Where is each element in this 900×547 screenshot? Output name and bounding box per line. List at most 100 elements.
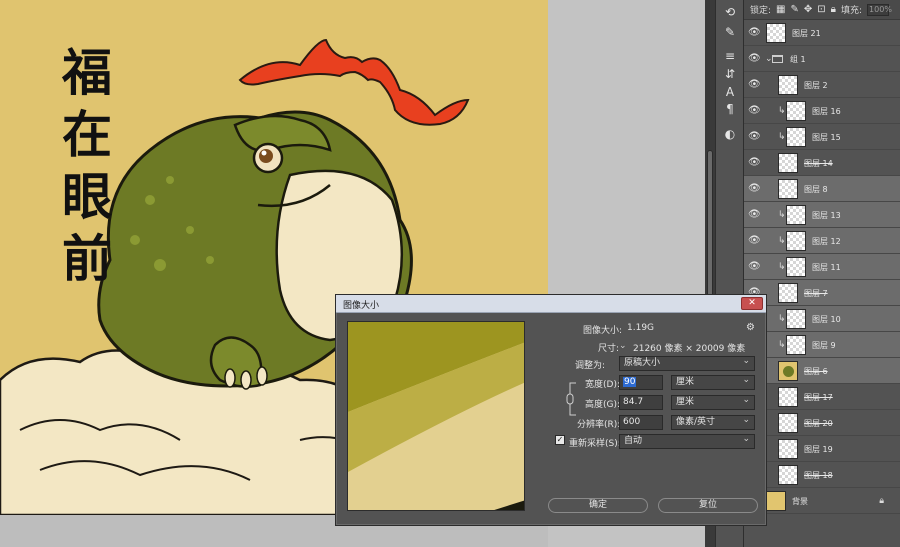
layer-name[interactable]: 图层 20 [804, 418, 833, 429]
layer-row[interactable]: 👁︎ 图层 21 [744, 20, 900, 46]
layer-name[interactable]: 图层 7 [804, 288, 828, 299]
visibility-eye-icon[interactable]: 👁︎ [748, 79, 761, 91]
layer-thumbnail[interactable] [778, 465, 798, 485]
layer-name[interactable]: 图层 14 [804, 158, 833, 169]
visibility-eye-icon[interactable]: 👁︎ [748, 105, 761, 117]
layer-name[interactable]: 图层 2 [804, 80, 828, 91]
layer-name[interactable]: 图层 8 [804, 184, 828, 195]
visibility-eye-icon[interactable]: 👁︎ [748, 131, 761, 143]
visibility-eye-icon[interactable]: 👁︎ [748, 183, 761, 195]
layer-thumbnail[interactable] [786, 257, 806, 277]
layer-row[interactable]: 👁︎↳图层 10 [744, 306, 900, 332]
lock-paint-icon[interactable]: ✎ [791, 4, 799, 15]
layer-row[interactable]: 👁︎ ↳ 图层 16 [744, 98, 900, 124]
layer-name[interactable]: 图层 16 [812, 106, 841, 117]
layer-thumbnail[interactable] [766, 491, 786, 511]
layer-row[interactable]: 👁︎图层 20 [744, 410, 900, 436]
visibility-eye-icon[interactable]: 👁︎ [748, 53, 761, 65]
layer-thumbnail[interactable] [786, 335, 806, 355]
resolution-input[interactable]: 600 [619, 415, 663, 430]
lock-all-icon[interactable]: 🔒︎ [831, 4, 836, 15]
history-icon[interactable]: ⟲ [722, 4, 738, 20]
visibility-eye-icon[interactable]: 👁︎ [748, 209, 761, 221]
layer-row[interactable]: 👁︎ ↳ 图层 15 [744, 124, 900, 150]
layer-row[interactable]: 👁︎ ↳ 图层 11 [744, 254, 900, 280]
layer-thumbnail[interactable] [786, 127, 806, 147]
dialog-titlebar[interactable]: 图像大小 ✕ [336, 295, 766, 313]
layer-thumbnail[interactable] [778, 413, 798, 433]
width-input[interactable]: 90 [619, 375, 663, 390]
paragraph-align-icon[interactable]: ⇵ [722, 66, 738, 82]
visibility-eye-icon[interactable]: 👁︎ [748, 261, 761, 273]
layer-name[interactable]: 图层 9 [812, 340, 836, 351]
layer-row[interactable]: 👁︎图层 18 [744, 462, 900, 488]
layer-row[interactable]: 👁︎背景🔒︎ [744, 488, 900, 514]
height-unit-select[interactable]: 厘米 [671, 394, 755, 410]
layer-thumbnail[interactable] [786, 231, 806, 251]
paragraph-icon[interactable]: ¶ [722, 101, 738, 117]
layer-row[interactable]: 👁︎ ↳ 图层 12 [744, 228, 900, 254]
layer-name[interactable]: 图层 11 [812, 262, 841, 273]
lock-artboard-icon[interactable]: ⊡ [817, 4, 825, 15]
layer-name[interactable]: 图层 6 [804, 366, 828, 377]
visibility-eye-icon[interactable]: 👁︎ [748, 157, 761, 169]
layer-row[interactable]: 👁︎ 图层 14 [744, 150, 900, 176]
layer-thumbnail[interactable] [778, 179, 798, 199]
layer-thumbnail[interactable] [778, 361, 798, 381]
image-size-dialog: 图像大小 ✕ 图像大小: 1.19G ⚙ 尺寸: ⌄ 21260 像素 × 20… [335, 294, 767, 526]
fit-to-select[interactable]: 原稿大小 [619, 355, 755, 371]
ok-button[interactable]: 确定 [548, 498, 648, 513]
height-input[interactable]: 84.7 [619, 395, 663, 410]
resample-checkbox[interactable]: ✓ [555, 435, 565, 445]
brush-settings-icon[interactable]: ✎ [722, 24, 738, 40]
layer-name[interactable]: 背景 [792, 496, 808, 507]
resolution-unit-select[interactable]: 像素/英寸 [671, 414, 755, 430]
lock-icon: 🔒︎ [879, 496, 884, 506]
layer-thumbnail[interactable] [778, 75, 798, 95]
color-swatch-icon[interactable]: ◐ [722, 126, 738, 142]
layer-row[interactable]: 👁︎ ↳ 图层 13 [744, 202, 900, 228]
adjustments-icon[interactable]: ≡ [722, 48, 738, 64]
layer-row[interactable]: 👁︎ 图层 8 [744, 176, 900, 202]
width-unit-select[interactable]: 厘米 [671, 374, 755, 390]
layer-thumbnail[interactable] [786, 309, 806, 329]
image-size-value: 1.19G [627, 323, 655, 333]
layer-name[interactable]: 图层 10 [812, 314, 841, 325]
layer-row[interactable]: 👁︎ 图层 2 [744, 72, 900, 98]
layer-name[interactable]: 图层 13 [812, 210, 841, 221]
layer-name[interactable]: 图层 12 [812, 236, 841, 247]
visibility-eye-icon[interactable]: 👁︎ [748, 235, 761, 247]
dimensions-dropdown-icon[interactable]: ⌄ [619, 341, 627, 351]
layer-name[interactable]: 图层 17 [804, 392, 833, 403]
lock-transparent-icon[interactable]: ▦ [776, 4, 785, 15]
reset-button[interactable]: 复位 [658, 498, 758, 513]
layer-thumbnail[interactable] [766, 23, 786, 43]
layer-row[interactable]: 👁︎↳图层 9 [744, 332, 900, 358]
image-preview[interactable] [347, 321, 525, 511]
folder-icon [772, 55, 783, 63]
layer-row[interactable]: 👁︎图层 19 [744, 436, 900, 462]
red-bat [238, 38, 470, 126]
layer-thumbnail[interactable] [778, 439, 798, 459]
visibility-eye-icon[interactable]: 👁︎ [748, 27, 761, 39]
layer-name[interactable]: 图层 15 [812, 132, 841, 143]
layer-thumbnail[interactable] [778, 283, 798, 303]
layer-name[interactable]: 组 1 [790, 54, 806, 65]
fill-field[interactable]: 100% [867, 3, 892, 16]
layer-row[interactable]: 👁︎ 图层 7 [744, 280, 900, 306]
lock-move-icon[interactable]: ✥ [804, 4, 812, 15]
layer-row[interactable]: 👁︎ ⌄ 组 1 [744, 46, 900, 72]
layer-thumbnail[interactable] [778, 387, 798, 407]
layer-name[interactable]: 图层 18 [804, 470, 833, 481]
layer-name[interactable]: 图层 19 [804, 444, 833, 455]
close-button[interactable]: ✕ [741, 297, 763, 310]
layer-thumbnail[interactable] [778, 153, 798, 173]
gear-icon[interactable]: ⚙ [746, 322, 755, 333]
layer-row[interactable]: 👁︎图层 6 [744, 358, 900, 384]
layer-name[interactable]: 图层 21 [792, 28, 821, 39]
resample-select[interactable]: 自动 [619, 433, 755, 449]
layer-thumbnail[interactable] [786, 101, 806, 121]
layer-row[interactable]: 👁︎图层 17 [744, 384, 900, 410]
character-icon[interactable]: A [722, 84, 738, 100]
layer-thumbnail[interactable] [786, 205, 806, 225]
